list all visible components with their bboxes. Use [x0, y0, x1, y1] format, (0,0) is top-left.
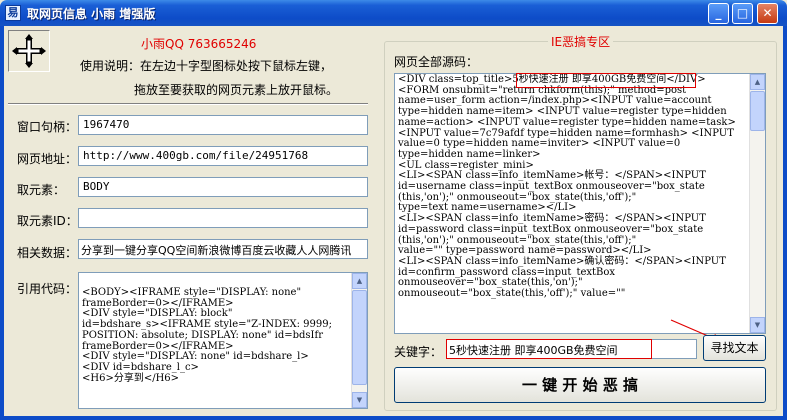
- source-code-scrollbar[interactable]: ▲ ▼: [749, 74, 765, 333]
- scroll-thumb[interactable]: [750, 91, 765, 131]
- keyword-label: 关键字：: [394, 345, 443, 359]
- scroll-thumb[interactable]: [352, 290, 367, 385]
- reference-code-textarea[interactable]: <BODY><IFRAME style="DISPLAY: none" fram…: [78, 272, 368, 409]
- crosshair-drag-icon[interactable]: [8, 30, 50, 72]
- close-button[interactable]: ✕: [757, 3, 778, 24]
- keyword-highlight: [446, 339, 652, 359]
- reference-code-label: 引用代码：: [17, 282, 78, 296]
- window-handle-label: 窗口句柄：: [17, 120, 78, 134]
- match-highlight: [516, 73, 696, 88]
- element-id-field[interactable]: [78, 208, 368, 228]
- window-frame-right: [783, 26, 787, 420]
- page-url-field[interactable]: http://www.400gb.com/file/24951768: [78, 146, 368, 166]
- source-code-text: <DIV class=top_title>5秒快速注册 即享400GB免费空间<…: [398, 74, 736, 300]
- app-icon: 易: [5, 5, 21, 21]
- minimize-button[interactable]: _: [708, 3, 729, 24]
- reference-code-scrollbar[interactable]: ▲ ▼: [351, 273, 367, 408]
- crosshair-icon: [12, 34, 46, 68]
- source-code-textarea[interactable]: <DIV class=top_title>5秒快速注册 即享400GB免费空间<…: [394, 73, 766, 334]
- scroll-down-icon[interactable]: ▼: [750, 317, 765, 333]
- title-bar[interactable]: 易 取网页信息 小雨 增强版 _ □ ✕: [0, 0, 787, 26]
- window-frame-bottom: [0, 416, 787, 420]
- scroll-down-icon[interactable]: ▼: [352, 392, 367, 408]
- related-data-field[interactable]: 分享到一键分享QQ空间新浪微博百度云收藏人人网腾讯: [78, 239, 368, 259]
- window-frame-left: [0, 26, 4, 420]
- scroll-up-icon[interactable]: ▲: [750, 74, 765, 90]
- start-prank-button[interactable]: 一 键 开 始 恶 搞: [394, 367, 766, 403]
- related-data-label: 相关数据：: [17, 246, 78, 260]
- window-title: 取网页信息 小雨 增强版: [27, 7, 156, 21]
- instruction-line-2: 拖放至要获取的网页元素上放开鼠标。: [134, 83, 339, 97]
- maximize-button[interactable]: □: [732, 3, 753, 24]
- element-field[interactable]: BODY: [78, 177, 368, 197]
- ie-prank-group-title: IE恶搞专区: [548, 33, 614, 50]
- element-label: 取元素：: [17, 183, 66, 197]
- page-url-label: 网页地址：: [17, 152, 78, 166]
- window-handle-field[interactable]: 1967470: [78, 115, 368, 135]
- separator: [8, 103, 368, 105]
- qq-contact: 小雨QQ 763665246: [141, 37, 257, 51]
- instruction-line-1: 使用说明：在左边十字型图标处按下鼠标左键，: [80, 59, 333, 73]
- element-id-label: 取元素ID：: [17, 214, 78, 228]
- find-text-button[interactable]: 寻找文本: [703, 335, 766, 361]
- scroll-up-icon[interactable]: ▲: [352, 273, 367, 289]
- source-label: 网页全部源码：: [394, 55, 479, 69]
- reference-code-text: <BODY><IFRAME style="DISPLAY: none" fram…: [82, 287, 332, 384]
